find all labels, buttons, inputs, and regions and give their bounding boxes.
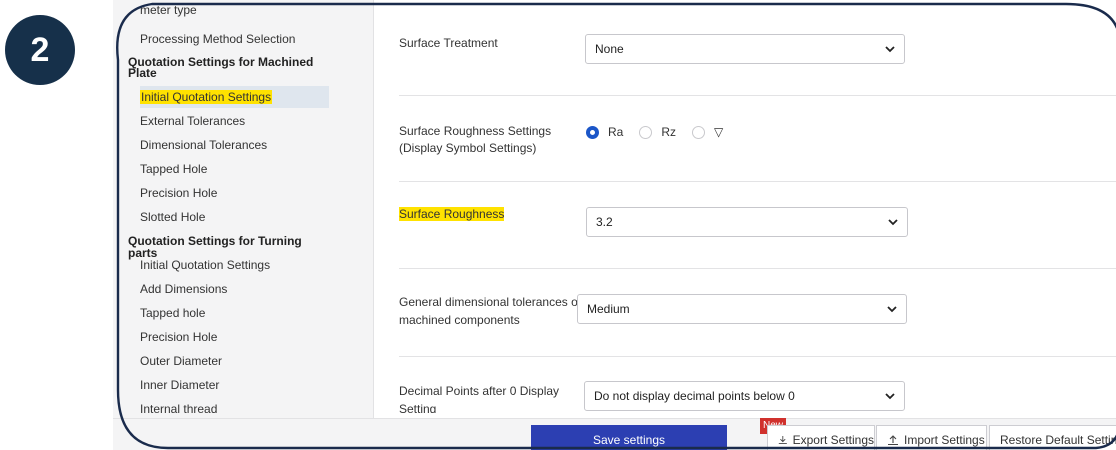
sidebar-item-external-tolerances[interactable]: External Tolerances bbox=[140, 110, 337, 132]
sidebar-item-internal-thread[interactable]: Internal thread bbox=[140, 398, 337, 420]
sidebar-item-precision-hole-turning[interactable]: Precision Hole bbox=[140, 326, 337, 348]
sidebar-item-inner-diameter[interactable]: Inner Diameter bbox=[140, 374, 337, 396]
radio-ra[interactable] bbox=[586, 125, 599, 139]
save-settings-button[interactable]: Save settings bbox=[531, 425, 727, 450]
sidebar-item-outer-diameter[interactable]: Outer Diameter bbox=[140, 350, 337, 372]
restore-default-settings-button[interactable]: Restore Default Settings bbox=[989, 425, 1116, 450]
settings-sidebar: meter type Processing Method Selection Q… bbox=[113, 0, 374, 450]
chevron-down-icon bbox=[885, 393, 895, 400]
roughness-display-label-line1: Surface Roughness Settings bbox=[399, 124, 552, 138]
decimal-points-select[interactable]: Do not display decimal points below 0 bbox=[584, 381, 905, 411]
surface-treatment-select[interactable]: None bbox=[585, 34, 905, 64]
sidebar-item-tapped-hole-turning[interactable]: Tapped hole bbox=[140, 302, 337, 324]
sidebar-item-initial-quotation-machined[interactable]: Initial Quotation Settings bbox=[140, 86, 329, 108]
sidebar-item-label: Initial Quotation Settings bbox=[140, 90, 273, 104]
radio-ra-label: Ra bbox=[608, 125, 624, 139]
sidebar-item-dimensional-tolerances[interactable]: Dimensional Tolerances bbox=[140, 134, 337, 156]
roughness-display-label-line2: (Display Symbol Settings) bbox=[399, 141, 537, 155]
surface-roughness-label-text: Surface Roughness bbox=[399, 207, 505, 221]
general-tolerances-select[interactable]: Medium bbox=[577, 294, 907, 324]
upload-icon bbox=[888, 435, 898, 446]
row-divider bbox=[399, 356, 1116, 357]
sidebar-item-add-dimensions[interactable]: Add Dimensions bbox=[140, 278, 337, 300]
decimal-points-label-line1: Decimal Points after 0 Display bbox=[399, 384, 560, 398]
surface-treatment-label: Surface Treatment bbox=[399, 36, 498, 50]
sidebar-item-slotted-hole[interactable]: Slotted Hole bbox=[140, 206, 337, 228]
radio-rz-label: Rz bbox=[661, 125, 677, 139]
row-divider bbox=[399, 95, 1116, 96]
chevron-down-icon bbox=[888, 219, 898, 226]
sidebar-item-tapped-hole[interactable]: Tapped Hole bbox=[140, 158, 337, 180]
radio-triangle-label: ▽ bbox=[714, 125, 724, 139]
sidebar-item-processing-method[interactable]: Processing Method Selection bbox=[140, 28, 337, 50]
screenshot-stage: 2 meter type Processing Method Selection… bbox=[0, 0, 1116, 450]
decimal-points-label-line2: Setting bbox=[399, 402, 437, 413]
radio-triangle[interactable] bbox=[692, 125, 706, 139]
row-divider bbox=[399, 268, 1116, 269]
step-number-badge: 2 bbox=[5, 15, 75, 85]
sidebar-item-precision-hole[interactable]: Precision Hole bbox=[140, 182, 337, 204]
general-tolerances-value: Medium bbox=[587, 302, 630, 316]
decimal-points-value: Do not display decimal points below 0 bbox=[594, 389, 795, 403]
export-settings-button[interactable]: Export Settings bbox=[767, 425, 875, 450]
import-settings-button[interactable]: Import Settings bbox=[876, 425, 987, 450]
sidebar-item-initial-quotation-turning[interactable]: Initial Quotation Settings bbox=[140, 254, 337, 276]
row-divider bbox=[399, 181, 1116, 182]
general-tolerances-label-line1: General dimensional tolerances of bbox=[399, 295, 582, 309]
sidebar-item-parameter-type[interactable]: meter type bbox=[140, 3, 340, 18]
chevron-down-icon bbox=[887, 306, 897, 313]
radio-rz[interactable] bbox=[639, 125, 653, 139]
surface-treatment-value: None bbox=[595, 42, 624, 56]
surface-roughness-select[interactable]: 3.2 bbox=[586, 207, 908, 237]
general-tolerances-label-line2: machined components bbox=[399, 313, 520, 327]
chevron-down-icon bbox=[885, 46, 895, 53]
download-icon bbox=[778, 435, 787, 445]
surface-roughness-label: Surface Roughness bbox=[399, 206, 505, 223]
settings-panel: Surface Treatment None Surface Roughness… bbox=[374, 0, 1116, 450]
sidebar-heading-machined-line2: Plate bbox=[128, 66, 157, 80]
surface-roughness-value: 3.2 bbox=[596, 215, 613, 229]
restore-default-settings-label: Restore Default Settings bbox=[1000, 433, 1116, 447]
roughness-symbol-radio-group: Ra Rz ▽ bbox=[586, 124, 739, 140]
import-settings-label: Import Settings bbox=[904, 433, 985, 447]
export-settings-label: Export Settings bbox=[792, 433, 874, 447]
